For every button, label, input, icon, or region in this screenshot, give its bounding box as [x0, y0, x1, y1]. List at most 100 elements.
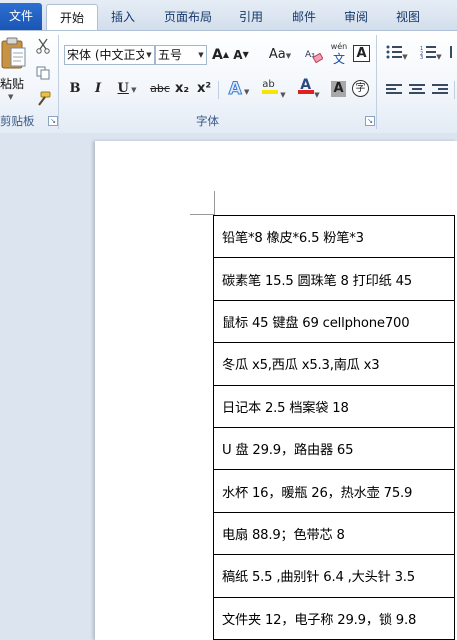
align-left-button[interactable]	[386, 84, 402, 96]
paste-button[interactable]: 粘贴 ▼	[0, 33, 28, 103]
grow-font-button[interactable]: A▲	[212, 45, 229, 65]
character-border-button[interactable]: A	[353, 45, 370, 62]
subscript-icon: x₂	[174, 81, 190, 96]
chevron-down-icon: ▼	[196, 46, 206, 64]
tab-references[interactable]: 引用	[231, 4, 271, 30]
font-name-dropdown[interactable]: 宋体 (中文正文 ▼	[64, 45, 155, 65]
highlight-button[interactable]: ab ▼	[258, 75, 290, 99]
underline-button[interactable]: U ▼	[114, 79, 140, 99]
clipboard-icon	[1, 37, 26, 69]
ribbon-home: 粘贴 ▼ 剪贴板 ↘ 宋体 (中文正文 ▼ 五号 ▼ A▲ A▼ Aa▼ A₃ …	[0, 30, 457, 134]
underline-icon: U	[117, 81, 129, 96]
font-color-icon: A	[298, 75, 315, 97]
document-table[interactable]: 铅笔*8 橡皮*6.5 粉笔*3 碳素笔 15.5 圆珠笔 8 打印纸 45 鼠…	[213, 214, 455, 640]
tab-insert[interactable]: 插入	[103, 4, 143, 30]
change-case-icon: Aa	[268, 47, 286, 62]
multilevel-list-icon	[450, 46, 455, 58]
superscript-button[interactable]: x²	[196, 79, 212, 99]
tab-mailings[interactable]: 邮件	[284, 4, 324, 30]
shrink-font-icon: A	[233, 48, 243, 62]
chevron-down-icon: ▼	[8, 93, 14, 101]
multilevel-list-button[interactable]	[448, 45, 457, 65]
table-cell[interactable]: 鼠标 45 键盘 69 cellphone700	[213, 299, 455, 344]
font-name-value: 宋体 (中文正文	[67, 48, 148, 62]
bullet-list-icon	[386, 45, 403, 66]
grow-font-icon: A	[212, 47, 223, 63]
text-effects-icon: A	[228, 79, 242, 100]
tab-page-layout[interactable]: 页面布局	[158, 4, 218, 30]
table-cell[interactable]: U 盘 29.9，路由器 65	[213, 426, 455, 471]
table-row: 水杯 16，暖瓶 26，热水壶 75.9	[213, 469, 455, 513]
copy-button[interactable]	[35, 63, 51, 83]
strikethrough-button[interactable]: abc	[149, 79, 171, 99]
group-divider	[58, 35, 59, 129]
table-cell[interactable]: 电扇 88.9；色带芯 8	[213, 511, 455, 556]
font-size-value: 五号	[158, 48, 183, 62]
clipboard-group-label: 剪贴板	[0, 114, 35, 128]
ribbon-tab-bar: 文件 开始 插入 页面布局 引用 邮件 审阅 视图	[0, 0, 457, 31]
subscript-button[interactable]: x₂	[174, 79, 190, 99]
chevron-down-icon: ▼	[144, 46, 154, 64]
group-divider	[376, 35, 377, 129]
crop-mark	[190, 214, 214, 215]
format-painter-button[interactable]	[35, 89, 51, 109]
table-row: 铅笔*8 橡皮*6.5 粉笔*3	[213, 214, 455, 259]
clear-format-icon: A₃	[305, 50, 324, 64]
character-shading-button[interactable]: A	[331, 81, 346, 97]
tab-review[interactable]: 审阅	[336, 4, 376, 30]
table-row: 稿纸 5.5 ,曲别针 6.4 ,大头针 3.5	[213, 554, 455, 598]
font-size-dropdown[interactable]: 五号 ▼	[155, 45, 207, 65]
table-cell[interactable]: 稿纸 5.5 ,曲别针 6.4 ,大头针 3.5	[213, 554, 455, 598]
scissors-icon	[36, 38, 50, 54]
table-row: 碳素笔 15.5 圆珠笔 8 打印纸 45	[213, 257, 455, 301]
bullets-button[interactable]: ▼	[384, 45, 410, 65]
character-shading-icon: A	[333, 81, 344, 96]
table-cell[interactable]: 日记本 2.5 档案袋 18	[213, 384, 455, 428]
numbering-button[interactable]: 123 ▼	[418, 45, 444, 65]
shrink-font-button[interactable]: A▼	[233, 45, 249, 65]
enclose-characters-button[interactable]: 字	[352, 80, 369, 97]
table-cell[interactable]: 碳素笔 15.5 圆珠笔 8 打印纸 45	[213, 257, 455, 301]
svg-text:3: 3	[420, 55, 423, 59]
bold-icon: B	[69, 81, 81, 96]
table-row: U 盘 29.9，路由器 65	[213, 426, 455, 471]
align-center-button[interactable]	[409, 84, 425, 96]
format-painter-icon	[38, 91, 51, 106]
bold-button[interactable]: B	[68, 79, 82, 99]
change-case-button[interactable]: Aa▼	[266, 45, 294, 65]
font-color-button[interactable]: A ▼	[294, 75, 324, 99]
numbered-list-icon: 123	[420, 45, 437, 66]
table-cell[interactable]: 铅笔*8 橡皮*6.5 粉笔*3	[213, 214, 455, 259]
table-row: 文件夹 12，电子称 29.9，锁 9.8	[213, 596, 455, 640]
tab-file[interactable]: 文件	[0, 3, 42, 30]
font-group-label: 字体	[196, 114, 219, 128]
superscript-icon: x²	[196, 81, 212, 96]
italic-icon: I	[94, 81, 102, 96]
table-cell[interactable]: 水杯 16，暖瓶 26，热水壶 75.9	[213, 469, 455, 513]
clear-format-button[interactable]: A₃	[304, 45, 324, 65]
text-effects-button[interactable]: A ▼	[226, 79, 252, 100]
strikethrough-icon: abc	[150, 82, 170, 95]
table-row: 日记本 2.5 档案袋 18	[213, 384, 455, 428]
crop-mark	[214, 191, 215, 215]
phonetic-guide-button[interactable]: wén 文	[329, 41, 349, 65]
align-right-button[interactable]	[432, 84, 448, 96]
cut-button[interactable]	[35, 36, 51, 56]
highlighter-icon: ab	[262, 75, 280, 97]
table-row: 鼠标 45 键盘 69 cellphone700	[213, 299, 455, 344]
font-dialog-launcher[interactable]: ↘	[365, 116, 375, 126]
character-border-icon: A	[356, 46, 367, 61]
tab-view[interactable]: 视图	[388, 4, 428, 30]
italic-button[interactable]: I	[91, 79, 105, 99]
paste-label: 粘贴	[0, 77, 25, 91]
table-cell[interactable]: 文件夹 12，电子称 29.9，锁 9.8	[213, 596, 455, 640]
enclose-characters-icon: 字	[355, 83, 366, 94]
copy-icon	[36, 66, 50, 80]
tab-home[interactable]: 开始	[46, 4, 98, 31]
table-row: 冬瓜 x5,西瓜 x5.3,南瓜 x3	[213, 342, 455, 386]
table-cell[interactable]: 冬瓜 x5,西瓜 x5.3,南瓜 x3	[213, 342, 455, 386]
table-row: 电扇 88.9；色带芯 8	[213, 511, 455, 556]
clipboard-dialog-launcher[interactable]: ↘	[48, 116, 58, 126]
phonetic-guide-base: 文	[332, 52, 345, 66]
inline-divider	[218, 81, 219, 99]
